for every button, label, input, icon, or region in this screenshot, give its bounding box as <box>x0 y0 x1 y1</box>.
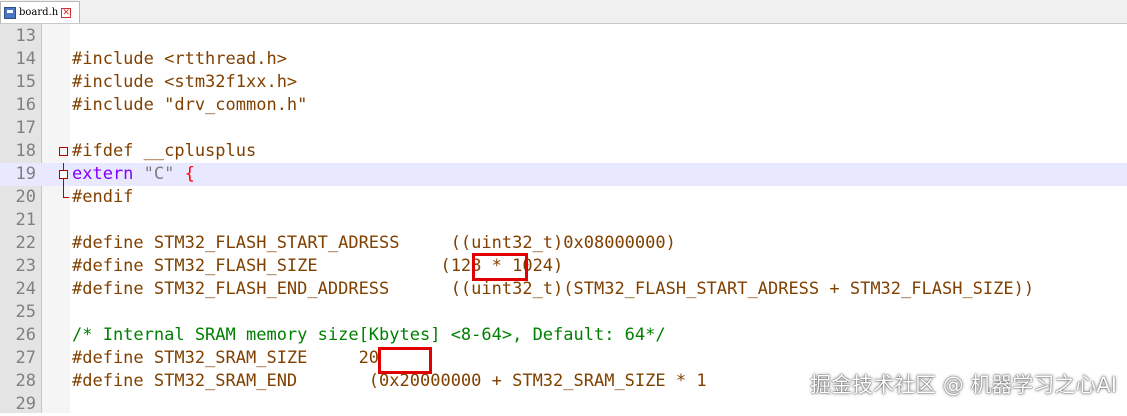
code-text: #include <stm32f1xx.h> <box>72 72 298 92</box>
code-line: 16 #include "drv_common.h" <box>0 94 1127 117</box>
line-number: 21 <box>15 210 36 230</box>
line-number: 24 <box>15 279 36 299</box>
line-number: 26 <box>15 325 36 345</box>
line-number: 22 <box>15 233 36 253</box>
line-number: 28 <box>15 371 36 391</box>
line-number: 15 <box>15 72 36 92</box>
code-text: #define STM32_FLASH_START_ADRESS ((uint3… <box>72 233 676 253</box>
code-line: 25 <box>0 301 1127 324</box>
code-line: 15 #include <stm32f1xx.h> <box>0 71 1127 94</box>
watermark: 掘金技术社区 @ 机器学习之心AI <box>810 373 1117 397</box>
line-number: 20 <box>15 187 36 207</box>
highlight-box-sram-size <box>378 347 432 374</box>
line-number: 14 <box>15 49 36 69</box>
code-text: #include "drv_common.h" <box>72 95 308 115</box>
code-text: extern "C" { <box>72 163 195 186</box>
highlight-box-flash-size <box>472 253 528 281</box>
code-line: 18 #ifdef __cplusplus <box>0 140 1127 163</box>
code-text: #endif <box>72 187 134 207</box>
line-number: 19 <box>15 164 36 184</box>
code-line: 22 #define STM32_FLASH_START_ADRESS ((ui… <box>0 232 1127 255</box>
tab-label: board.h <box>19 7 59 18</box>
code-line: 26 /* Internal SRAM memory size[Kbytes] … <box>0 324 1127 347</box>
save-icon <box>4 6 16 19</box>
code-text: #define STM32_FLASH_END_ADDRESS ((uint32… <box>72 279 1035 299</box>
keyword: extern <box>72 164 134 184</box>
code-line: 20 #endif <box>0 186 1127 209</box>
line-number: 13 <box>15 26 36 46</box>
tab-bar: board.h ✕ <box>0 0 1127 24</box>
code-text: #ifdef __cplusplus <box>72 141 257 161</box>
fold-end <box>63 197 69 198</box>
line-number: 27 <box>15 348 36 368</box>
fold-collapse-icon[interactable] <box>59 170 68 179</box>
code-line: 14 #include <rtthread.h> <box>0 48 1127 71</box>
fold-collapse-icon[interactable] <box>59 147 68 156</box>
code-line: 17 <box>0 117 1127 140</box>
close-icon[interactable]: ✕ <box>61 7 72 18</box>
tab-board-h[interactable]: board.h ✕ <box>0 1 80 23</box>
code-line: 24 #define STM32_FLASH_END_ADDRESS ((uin… <box>0 278 1127 301</box>
string-literal: "C" <box>143 164 175 184</box>
line-number: 18 <box>15 141 36 161</box>
line-number: 23 <box>15 256 36 276</box>
code-line-current: 19 extern "C" { <box>0 163 1127 186</box>
code-line: 21 <box>0 209 1127 232</box>
line-number: 17 <box>15 118 36 138</box>
code-line: 23 #define STM32_FLASH_SIZE (128 * 1024) <box>0 255 1127 278</box>
line-number: 16 <box>15 95 36 115</box>
line-number: 25 <box>15 302 36 322</box>
code-line: 27 #define STM32_SRAM_SIZE 20 <box>0 347 1127 370</box>
code-comment: /* Internal SRAM memory size[Kbytes] <8-… <box>72 325 666 345</box>
code-text: #define STM32_SRAM_SIZE 20 <box>72 348 380 368</box>
code-line: 13 <box>0 25 1127 48</box>
code-text: #include <rtthread.h> <box>72 49 287 69</box>
brace: { <box>184 164 195 184</box>
